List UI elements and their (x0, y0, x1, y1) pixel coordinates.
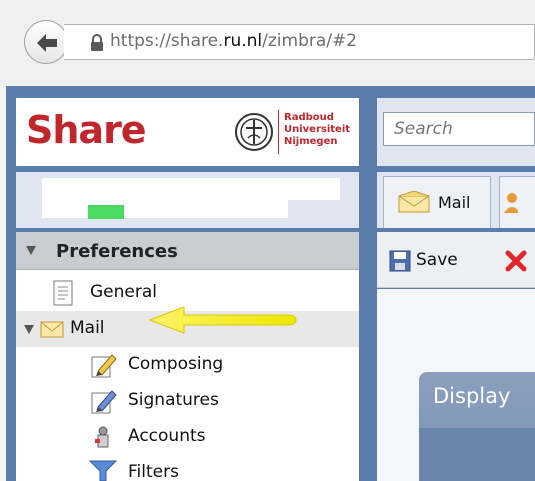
mail-envelope-icon (40, 321, 64, 338)
user-info-box (16, 172, 359, 228)
app-tab-bar: Mail (377, 172, 535, 228)
tab-mail[interactable]: Mail (383, 176, 491, 228)
url-bar[interactable]: https://share.ru.nl/zimbra/#2 (64, 24, 535, 60)
tab-contacts[interactable] (499, 176, 535, 228)
cancel-x-icon[interactable] (505, 250, 527, 272)
tree-item-accounts[interactable]: Accounts (16, 419, 359, 455)
tree-item-label: Filters (128, 462, 179, 481)
contacts-person-icon (504, 193, 518, 213)
preferences-tree: Preferences General Mail Composing Signa… (16, 232, 359, 481)
back-arrow-icon (37, 34, 57, 52)
display-panel: Display (419, 372, 535, 481)
url-domain: ru.nl (223, 31, 263, 51)
back-button[interactable] (24, 20, 68, 64)
tree-item-label: General (90, 282, 157, 302)
preferences-header[interactable]: Preferences (16, 232, 359, 270)
save-disk-icon[interactable] (389, 250, 411, 272)
user-quota-area (42, 200, 288, 218)
university-name: Radboud Universiteit Nijmegen (284, 112, 351, 147)
save-button[interactable]: Save (416, 250, 458, 270)
tree-item-filters[interactable]: Filters (16, 455, 359, 481)
accounts-icon (95, 426, 109, 448)
zimbra-app: Share Radboud Universiteit Nijmegen Pref… (6, 86, 535, 481)
quota-bar (88, 205, 124, 219)
general-document-icon (53, 280, 73, 306)
signatures-icon (91, 390, 117, 414)
tree-item-label: Composing (128, 354, 224, 374)
logo-area: Share Radboud Universiteit Nijmegen (16, 98, 359, 166)
yellow-pointer-arrow-icon (148, 306, 297, 334)
logo-separator (278, 110, 279, 154)
user-name-redacted (42, 178, 340, 200)
tree-item-composing[interactable]: Composing (16, 347, 359, 383)
mail-envelope-icon (398, 191, 430, 213)
search-area (377, 98, 535, 166)
browser-toolbar: https://share.ru.nl/zimbra/#2 (0, 0, 535, 86)
collapse-triangle-icon[interactable] (26, 246, 36, 255)
share-logo: Share (26, 108, 147, 152)
preferences-toolbar: Save (377, 232, 535, 288)
composing-icon (91, 354, 117, 378)
tree-item-label: Signatures (128, 390, 219, 410)
tree-item-signatures[interactable]: Signatures (16, 383, 359, 419)
display-panel-body (419, 428, 535, 481)
display-panel-title: Display (433, 384, 511, 408)
lock-icon (91, 34, 103, 51)
url-text: https://share.ru.nl/zimbra/#2 (110, 31, 358, 51)
preferences-content: Display (377, 289, 535, 481)
expand-triangle-icon[interactable] (24, 325, 34, 334)
university-seal-icon (235, 113, 273, 151)
search-input[interactable] (383, 112, 535, 146)
preferences-title: Preferences (56, 241, 178, 262)
tree-item-label: Mail (70, 318, 105, 338)
tab-mail-label: Mail (438, 193, 471, 212)
tree-item-label: Accounts (128, 426, 206, 446)
filters-icon (88, 460, 118, 481)
